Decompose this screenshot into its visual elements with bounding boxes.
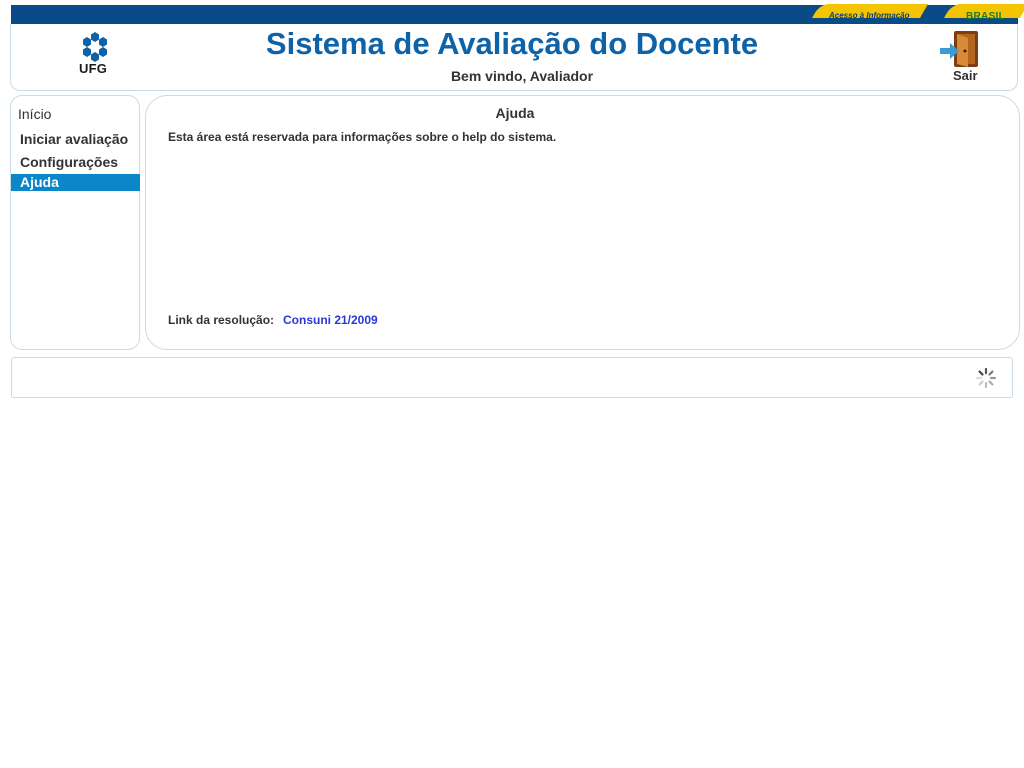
- sidebar-item-ajuda[interactable]: Ajuda: [11, 174, 140, 191]
- logout-link[interactable]: Sair: [953, 68, 978, 83]
- brasil-label[interactable]: BRASIL: [966, 11, 1005, 22]
- acesso-informacao-label[interactable]: Acesso à Informação: [829, 11, 909, 20]
- resolution-link-label: Link da resolução:: [168, 313, 275, 327]
- sidebar-item-iniciar-avaliacao[interactable]: Iniciar avaliação: [11, 131, 140, 148]
- welcome-text: Bem vindo, Avaliador: [450, 68, 594, 84]
- content-title: Ajuda: [495, 105, 535, 121]
- spinner-icon: [975, 367, 997, 389]
- footer-bar: [11, 357, 1013, 398]
- sidebar-item-configuracoes[interactable]: Configurações: [11, 154, 140, 171]
- door-exit-icon[interactable]: [938, 30, 982, 70]
- sidebar-title[interactable]: Início: [18, 106, 51, 122]
- resolution-link[interactable]: Consuni 21/2009: [283, 313, 378, 327]
- content-text: Esta área está reservada para informaçõe…: [168, 130, 557, 144]
- page-title: Sistema de Avaliação do Docente: [265, 26, 759, 61]
